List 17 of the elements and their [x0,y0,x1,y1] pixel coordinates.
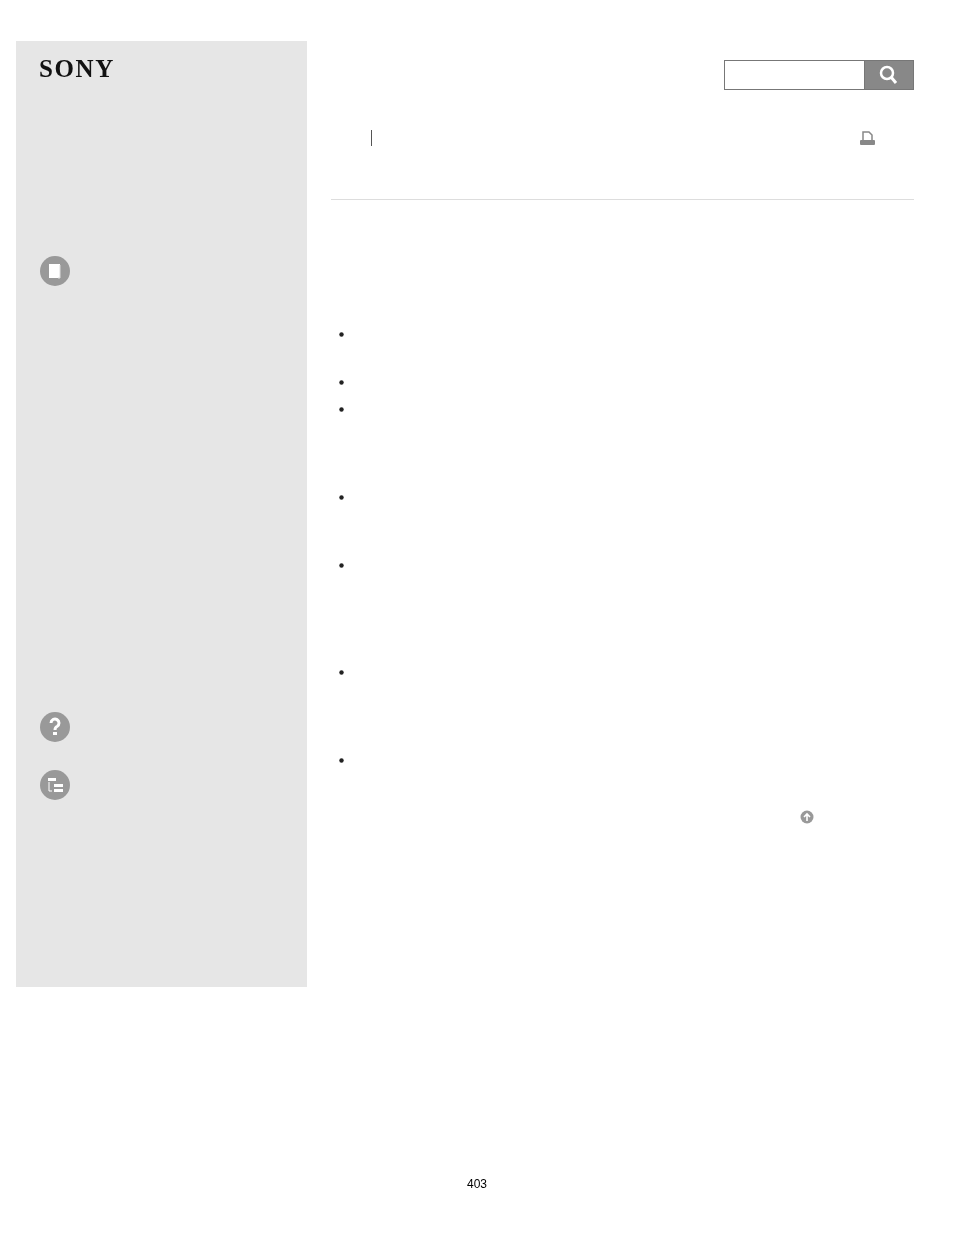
page-number: 403 [467,1177,487,1191]
bullet-icon [339,670,344,675]
help-icon[interactable] [39,711,71,743]
bullet-icon [339,380,344,385]
bullet-icon [339,495,344,500]
logo[interactable]: SONY [39,57,115,81]
search-button[interactable] [864,60,914,90]
book-icon[interactable] [39,255,71,287]
bullet-icon [339,563,344,568]
printer-icon[interactable] [859,130,876,146]
search-icon [879,65,899,85]
bullet-icon [339,758,344,763]
tree-icon[interactable] [39,769,71,801]
bullet-icon [339,332,344,337]
search-field[interactable] [724,60,864,90]
bullet-icon [339,407,344,412]
up-arrow-icon[interactable] [800,810,814,824]
